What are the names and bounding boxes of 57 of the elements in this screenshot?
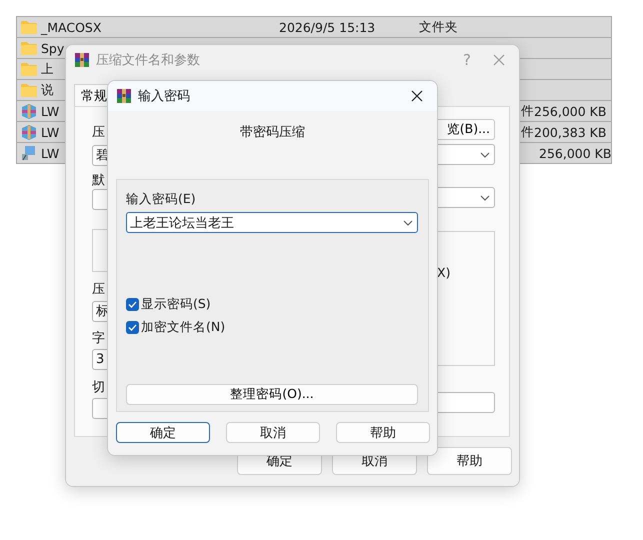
dialog-title: 压缩文件名和参数 xyxy=(96,52,200,69)
chevron-down-icon xyxy=(480,194,490,200)
file-type: 文件夹 xyxy=(419,18,459,36)
browse-button[interactable]: 览(B)... xyxy=(437,119,495,140)
file-date: 2026/9/5 15:13 xyxy=(279,20,376,34)
check-icon xyxy=(128,301,137,308)
file-size: 256,000 KB xyxy=(534,104,606,118)
file-name: 上 xyxy=(41,60,54,78)
folder-icon xyxy=(21,41,37,55)
input-field[interactable]: 3 xyxy=(92,349,108,370)
field-label: 切 xyxy=(92,380,106,395)
input-field[interactable] xyxy=(92,398,108,419)
archive-volume-icon xyxy=(21,145,37,161)
file-name: 说 xyxy=(41,82,54,98)
folder-icon xyxy=(21,20,37,34)
books-icon xyxy=(116,88,132,104)
dialog-button[interactable]: 确定 xyxy=(116,422,210,443)
field-label: 字 xyxy=(92,331,106,346)
file-name: _MACOSX xyxy=(41,20,102,34)
field-label: 压 xyxy=(92,125,106,140)
dialog-button[interactable]: 取消 xyxy=(226,422,320,443)
dropdown[interactable] xyxy=(437,187,495,208)
checkbox-label: 加密文件名(N) xyxy=(141,319,226,336)
file-size: 200,383 KB xyxy=(534,124,606,140)
input-field[interactable] xyxy=(92,189,108,210)
chevron-down-icon xyxy=(480,152,490,158)
checkbox[interactable] xyxy=(126,298,139,311)
checkbox[interactable] xyxy=(126,321,139,334)
chevron-down-icon xyxy=(403,220,413,226)
file-type: 件 xyxy=(521,124,534,140)
file-type: 件 xyxy=(521,102,534,120)
file-name: LW xyxy=(41,146,60,160)
dropdown[interactable] xyxy=(437,144,495,165)
archive-icon xyxy=(21,124,37,140)
close-icon xyxy=(493,54,505,66)
books-icon xyxy=(74,52,90,68)
input-field[interactable] xyxy=(437,392,495,413)
dialog-title: 输入密码 xyxy=(138,88,190,105)
archive-icon xyxy=(21,103,37,119)
file-name: LW xyxy=(41,124,60,140)
dialog-button[interactable]: 帮助 xyxy=(336,422,430,443)
option-label: X) xyxy=(437,265,452,280)
file-name: LW xyxy=(41,104,60,118)
folder-icon xyxy=(21,83,37,97)
file-size: 256,000 KB xyxy=(539,146,612,160)
dialog-heading: 带密码压缩 xyxy=(240,124,305,141)
password-combo[interactable]: 上老王论坛当老王 xyxy=(126,212,418,233)
checkbox-label: 显示密码(S) xyxy=(141,296,211,313)
field-label: 输入密码(E) xyxy=(126,191,196,208)
field-label: 默 xyxy=(92,173,106,188)
file-name: Spy xyxy=(41,40,64,56)
check-icon xyxy=(128,324,137,331)
folder-icon xyxy=(21,62,37,76)
dialog-button[interactable]: 帮助 xyxy=(427,447,512,475)
field-label: 压 xyxy=(92,282,106,297)
organize-passwords-button[interactable]: 整理密码(O)... xyxy=(126,384,418,405)
close-icon xyxy=(411,90,423,102)
